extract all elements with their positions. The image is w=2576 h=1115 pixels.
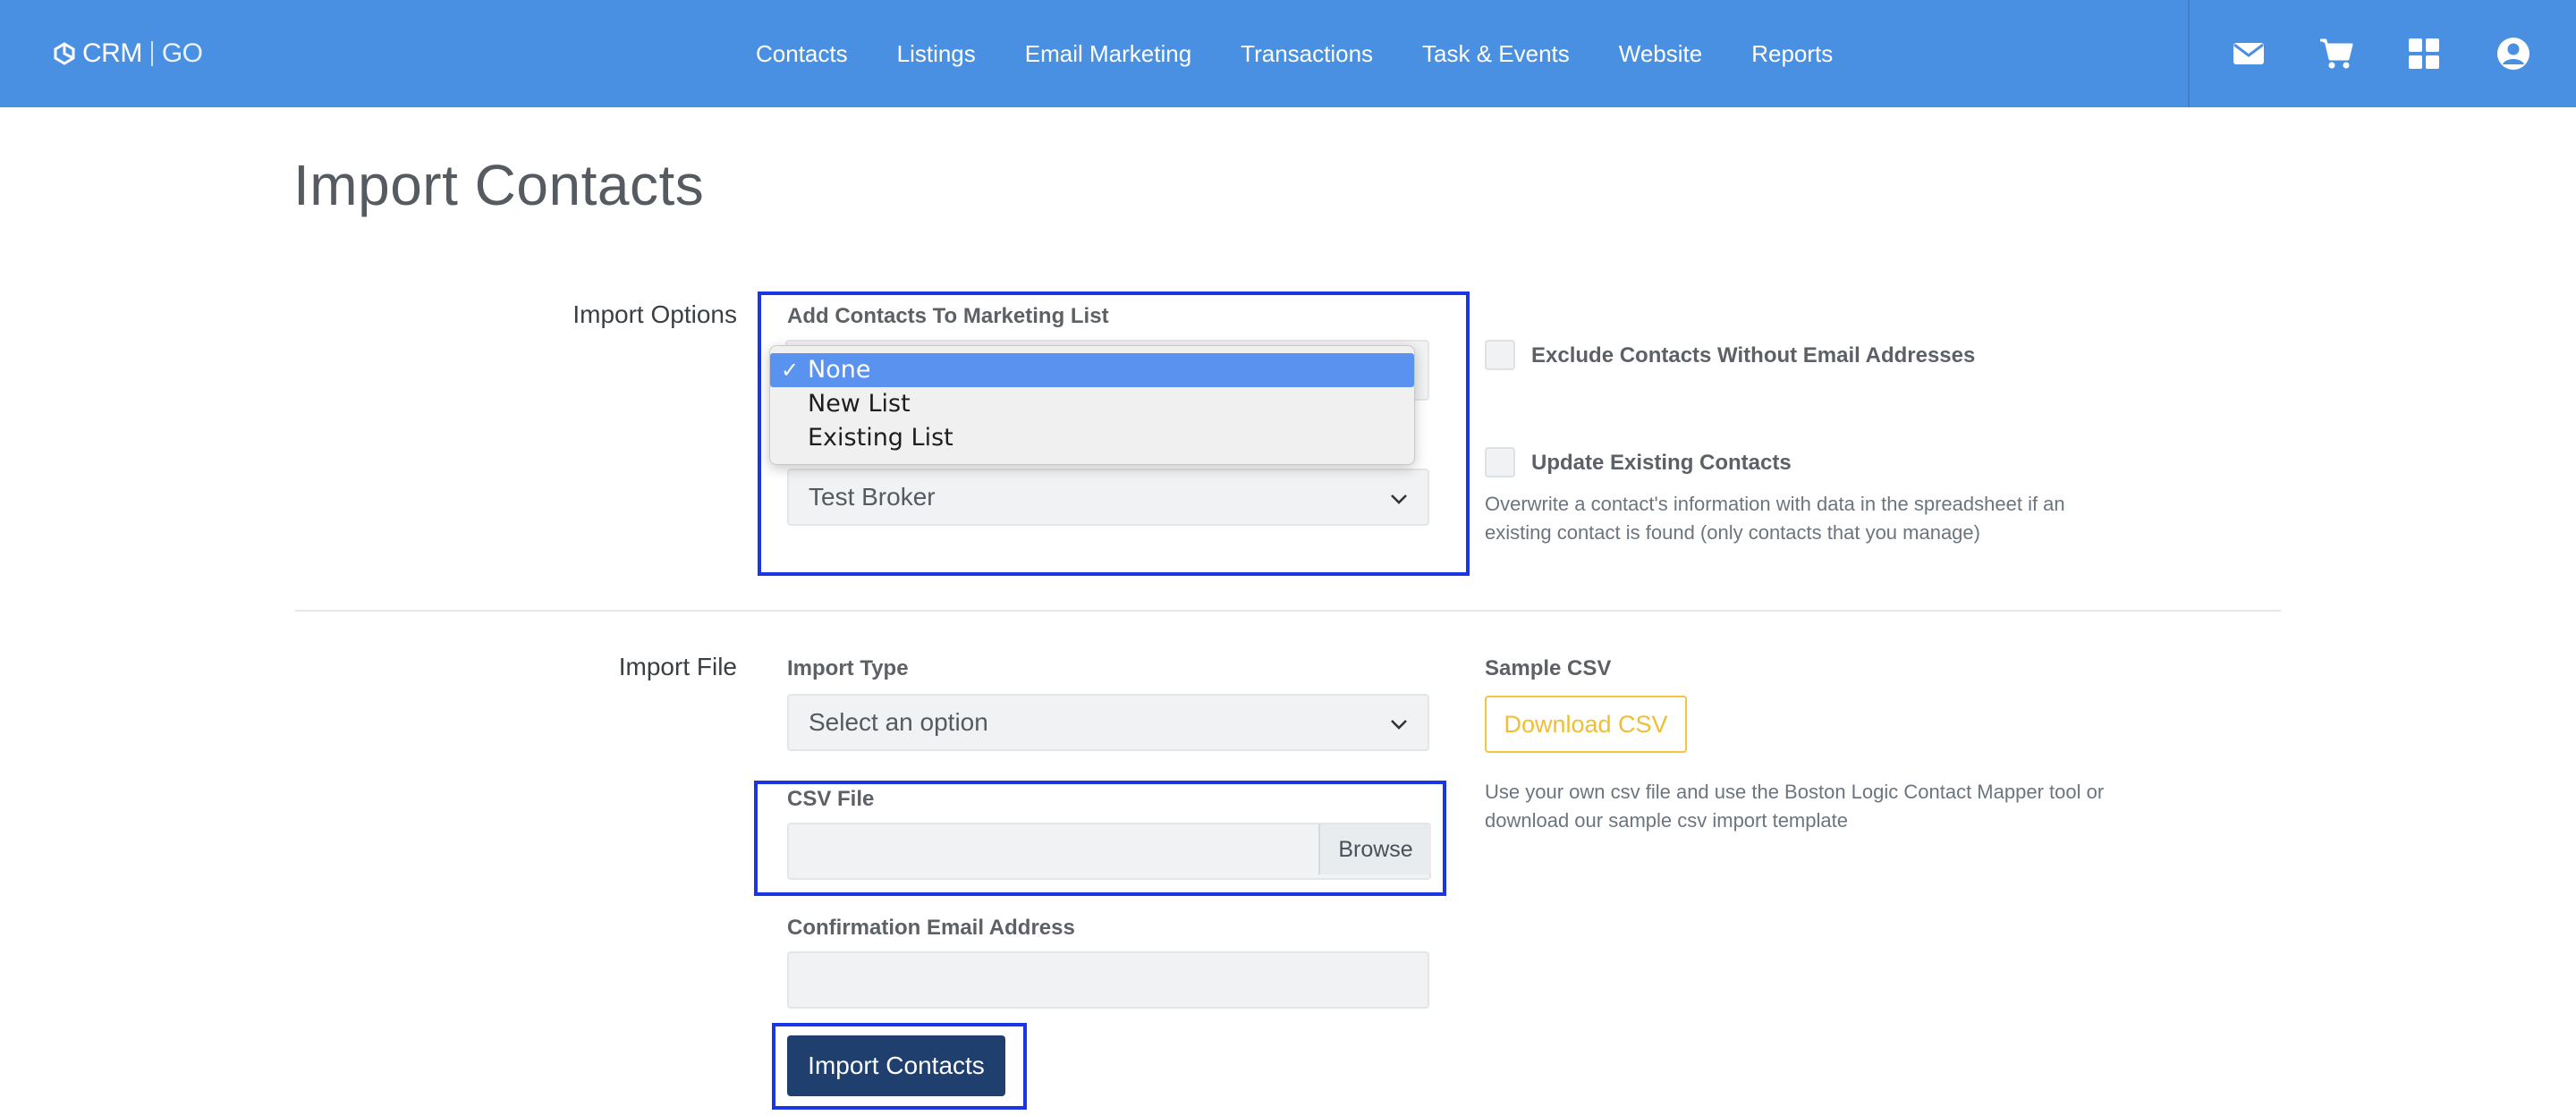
browse-button[interactable]: Browse: [1318, 824, 1431, 874]
sample-csv-help: Use your own csv file and use the Boston…: [1485, 778, 2104, 835]
update-existing-help-line-2: existing contact is found (only contacts…: [1485, 521, 1980, 544]
dropdown-option-none[interactable]: ✓ None: [770, 353, 1414, 387]
section-divider: [295, 610, 2281, 612]
import-type-label: Import Type: [787, 656, 909, 680]
chevron-down-icon: [1391, 494, 1407, 504]
top-navbar: CRM GO Contacts Listings Email Marketing…: [0, 0, 2576, 107]
owner-select-value: Test Broker: [809, 483, 936, 511]
checkmark-icon: ✓: [781, 358, 800, 383]
brand-name: CRM: [82, 38, 142, 68]
brand-logo[interactable]: CRM GO: [52, 36, 203, 72]
sample-csv-help-line-2: download our sample csv import template: [1485, 809, 1848, 832]
user-account-icon[interactable]: [2496, 36, 2531, 72]
confirmation-email-label: Confirmation Email Address: [787, 916, 1075, 940]
brand-suffix: GO: [161, 38, 203, 68]
main-nav: Contacts Listings Email Marketing Transa…: [756, 0, 1882, 107]
import-contacts-button[interactable]: Import Contacts: [787, 1035, 1005, 1096]
owner-select[interactable]: Test Broker: [787, 469, 1429, 526]
nav-website[interactable]: Website: [1619, 40, 1702, 68]
chevron-down-icon: [1391, 720, 1407, 730]
dropdown-option-existing-list[interactable]: Existing List: [770, 421, 1414, 455]
brand-divider: [150, 41, 153, 66]
nav-contacts[interactable]: Contacts: [756, 40, 848, 68]
dropdown-option-new-list[interactable]: New List: [770, 387, 1414, 421]
nav-task-events[interactable]: Task & Events: [1422, 40, 1570, 68]
sample-csv-help-line-1: Use your own csv file and use the Boston…: [1485, 781, 2105, 803]
dropdown-option-label: New List: [808, 390, 911, 418]
update-existing-checkbox[interactable]: [1485, 447, 1515, 477]
exclude-no-email-checkbox[interactable]: [1485, 340, 1515, 370]
cart-icon[interactable]: [2318, 36, 2354, 72]
mail-icon[interactable]: [2231, 36, 2267, 72]
sample-csv-label: Sample CSV: [1485, 656, 1612, 680]
apps-grid-icon[interactable]: [2406, 36, 2442, 72]
import-type-select[interactable]: Select an option: [787, 694, 1429, 751]
logo-icon: [54, 42, 75, 65]
exclude-no-email-label: Exclude Contacts Without Email Addresses: [1531, 343, 1976, 367]
nav-listings[interactable]: Listings: [897, 40, 976, 68]
import-options-label: Import Options: [572, 300, 737, 328]
update-existing-help: Overwrite a contact's information with d…: [1485, 490, 2065, 547]
download-csv-button[interactable]: Download CSV: [1485, 696, 1687, 753]
confirmation-email-field[interactable]: [787, 951, 1429, 1009]
dropdown-option-label: None: [808, 356, 871, 384]
marketing-list-dropdown: ✓ None New List Existing List: [769, 345, 1415, 465]
csv-file-label: CSV File: [787, 787, 875, 811]
nav-reports[interactable]: Reports: [1751, 40, 1833, 68]
import-file-label: Import File: [618, 653, 737, 680]
page-title: Import Contacts: [293, 153, 705, 217]
update-existing-help-line-1: Overwrite a contact's information with d…: [1485, 493, 2065, 515]
import-type-value: Select an option: [809, 708, 988, 736]
update-existing-label: Update Existing Contacts: [1531, 451, 1792, 475]
navbar-divider: [2188, 0, 2190, 107]
marketing-list-label: Add Contacts To Marketing List: [787, 304, 1109, 328]
nav-email-marketing[interactable]: Email Marketing: [1025, 40, 1191, 68]
nav-transactions[interactable]: Transactions: [1241, 40, 1373, 68]
dropdown-option-label: Existing List: [808, 424, 953, 452]
